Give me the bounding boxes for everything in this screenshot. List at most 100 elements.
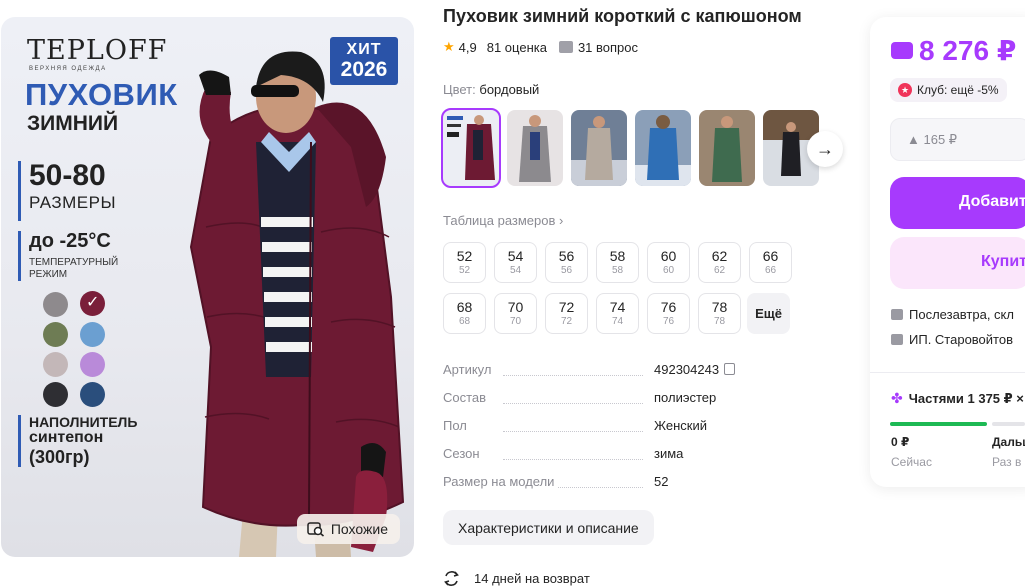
spec-key: Размер на модели — [443, 474, 559, 489]
thumbnail-blue[interactable] — [635, 110, 691, 186]
return-icon — [444, 571, 459, 586]
pay-now: 0 ₽ Сейчас — [891, 435, 932, 469]
brand-subtitle: ВЕРХНЯЯ ОДЕЖДА — [29, 66, 107, 72]
spec-dots — [503, 431, 643, 432]
color-thumbnails — [441, 108, 819, 188]
color-swatch-selected — [80, 291, 105, 316]
spec-key: Состав — [443, 390, 491, 405]
more-sizes-button[interactable]: Ещё — [747, 293, 790, 334]
color-swatch — [43, 382, 68, 407]
pay-later: Дальш Раз в 1 — [992, 435, 1025, 469]
size-option[interactable]: 52 52 — [443, 242, 486, 283]
size-option[interactable]: 60 60 — [647, 242, 690, 283]
size-ru: 76 — [662, 316, 675, 327]
pay-now-amount: 0 ₽ — [891, 435, 910, 449]
size-value: 56 — [558, 248, 575, 264]
similar-button[interactable]: Похожие — [296, 514, 400, 544]
thumbnail-beige[interactable] — [571, 110, 627, 186]
thumbnail-image — [635, 110, 691, 186]
color-swatch — [43, 352, 68, 377]
color-swatch — [80, 382, 105, 407]
size-ru: 56 — [560, 265, 573, 276]
rating-row[interactable]: ★ 4,9 81 оценка 31 вопрос — [443, 39, 638, 55]
thumbnails-next-button[interactable]: → — [807, 131, 843, 167]
spec-row: Сезон зима — [443, 446, 743, 466]
color-value: бордовый — [479, 82, 540, 97]
club-label: Клуб: ещё -5% — [917, 83, 999, 97]
thumbnail-image — [571, 110, 627, 186]
divider — [870, 372, 1025, 373]
club-badge[interactable]: ★ Клуб: ещё -5% — [890, 78, 1007, 102]
seller-name: ИП. Старовойтов — [909, 332, 1013, 347]
size-value: 52 — [456, 248, 473, 264]
pay-later-amount: Дальш — [992, 435, 1025, 449]
product-page: TEPLOFF ВЕРХНЯЯ ОДЕЖДА ХИТ 2026 ПУХОВИК … — [0, 0, 1025, 588]
size-value: 74 — [609, 299, 626, 315]
questions-count[interactable]: 31 вопрос — [578, 40, 638, 55]
image-filler-type: синтепон — [29, 429, 104, 446]
thumbnail-burgundy[interactable] — [441, 108, 501, 188]
spec-value: полиэстер — [654, 390, 717, 405]
size-option[interactable]: 54 54 — [494, 242, 537, 283]
wallet-icon — [891, 42, 913, 59]
size-ru: 70 — [509, 316, 522, 327]
spec-key: Артикул — [443, 362, 496, 377]
copy-icon[interactable] — [724, 363, 736, 375]
size-option[interactable]: 68 68 — [443, 293, 486, 334]
installment-row[interactable]: ✤ Частями 1 375 ₽ × — [891, 390, 1024, 407]
size-ru: 66 — [764, 265, 777, 276]
club-icon: ★ — [898, 83, 912, 97]
return-info[interactable]: 14 дней на возврат — [443, 570, 590, 587]
chevron-right-icon: › — [559, 213, 564, 228]
size-option[interactable]: 74 74 — [596, 293, 639, 334]
delivery-row: Послезавтра, скл — [891, 307, 1014, 322]
size-option[interactable]: 76 76 — [647, 293, 690, 334]
size-option[interactable]: 58 58 — [596, 242, 639, 283]
model-photo — [189, 51, 405, 557]
spec-value: Женский — [654, 418, 707, 433]
arrow-right-icon: → — [816, 138, 834, 159]
size-ru: 58 — [611, 265, 624, 276]
image-temp: до -25°С — [29, 230, 111, 252]
size-table-link[interactable]: Таблица размеров › — [443, 213, 563, 228]
size-value: 60 — [660, 248, 677, 264]
size-ru: 60 — [662, 265, 675, 276]
image-filler-label: НАПОЛНИТЕЛЬ — [29, 414, 138, 430]
size-option[interactable]: 78 78 — [698, 293, 741, 334]
size-option[interactable]: 70 70 — [494, 293, 537, 334]
spec-dots — [503, 403, 643, 404]
color-label-prefix: Цвет: — [443, 82, 476, 97]
size-value: 68 — [456, 299, 473, 315]
size-option[interactable]: 62 62 — [698, 242, 741, 283]
accent-bar — [18, 415, 21, 467]
seller-row[interactable]: ИП. Старовойтов — [891, 332, 1013, 347]
size-option[interactable]: 56 56 — [545, 242, 588, 283]
similar-label: Похожие — [330, 521, 388, 537]
size-value: 62 — [711, 248, 728, 264]
size-value: 70 — [507, 299, 524, 315]
spec-row: Пол Женский — [443, 418, 743, 438]
spec-row: Артикул 492304243 — [443, 362, 743, 382]
characteristics-button[interactable]: Характеристики и описание — [443, 510, 654, 545]
add-to-cart-button[interactable]: Добавит — [890, 177, 1025, 229]
price-change-box[interactable]: ▲ 165 ₽ — [890, 118, 1025, 161]
reviews-count[interactable]: 81 оценка — [487, 40, 547, 55]
image-sizes-label: РАЗМЕРЫ — [29, 193, 117, 212]
size-option[interactable]: 72 72 — [545, 293, 588, 334]
image-sizes: 50-80 — [29, 159, 106, 192]
buy-now-button[interactable]: Купит — [890, 237, 1025, 289]
thumbnail-green[interactable] — [699, 110, 755, 186]
color-swatch — [43, 322, 68, 347]
spec-dots — [503, 459, 643, 460]
spec-key: Пол — [443, 418, 471, 433]
size-option[interactable]: 66 66 — [749, 242, 792, 283]
thumbnail-image — [507, 110, 563, 186]
thumbnail-image — [443, 110, 499, 186]
pay-later-label: Раз в 1 — [992, 455, 1025, 469]
size-ru: 78 — [713, 316, 726, 327]
size-ru: 62 — [713, 265, 726, 276]
thumbnail-grey[interactable] — [507, 110, 563, 186]
product-main-image[interactable]: TEPLOFF ВЕРХНЯЯ ОДЕЖДА ХИТ 2026 ПУХОВИК … — [1, 17, 414, 557]
pay-now-label: Сейчас — [891, 455, 932, 469]
store-icon — [891, 334, 903, 345]
